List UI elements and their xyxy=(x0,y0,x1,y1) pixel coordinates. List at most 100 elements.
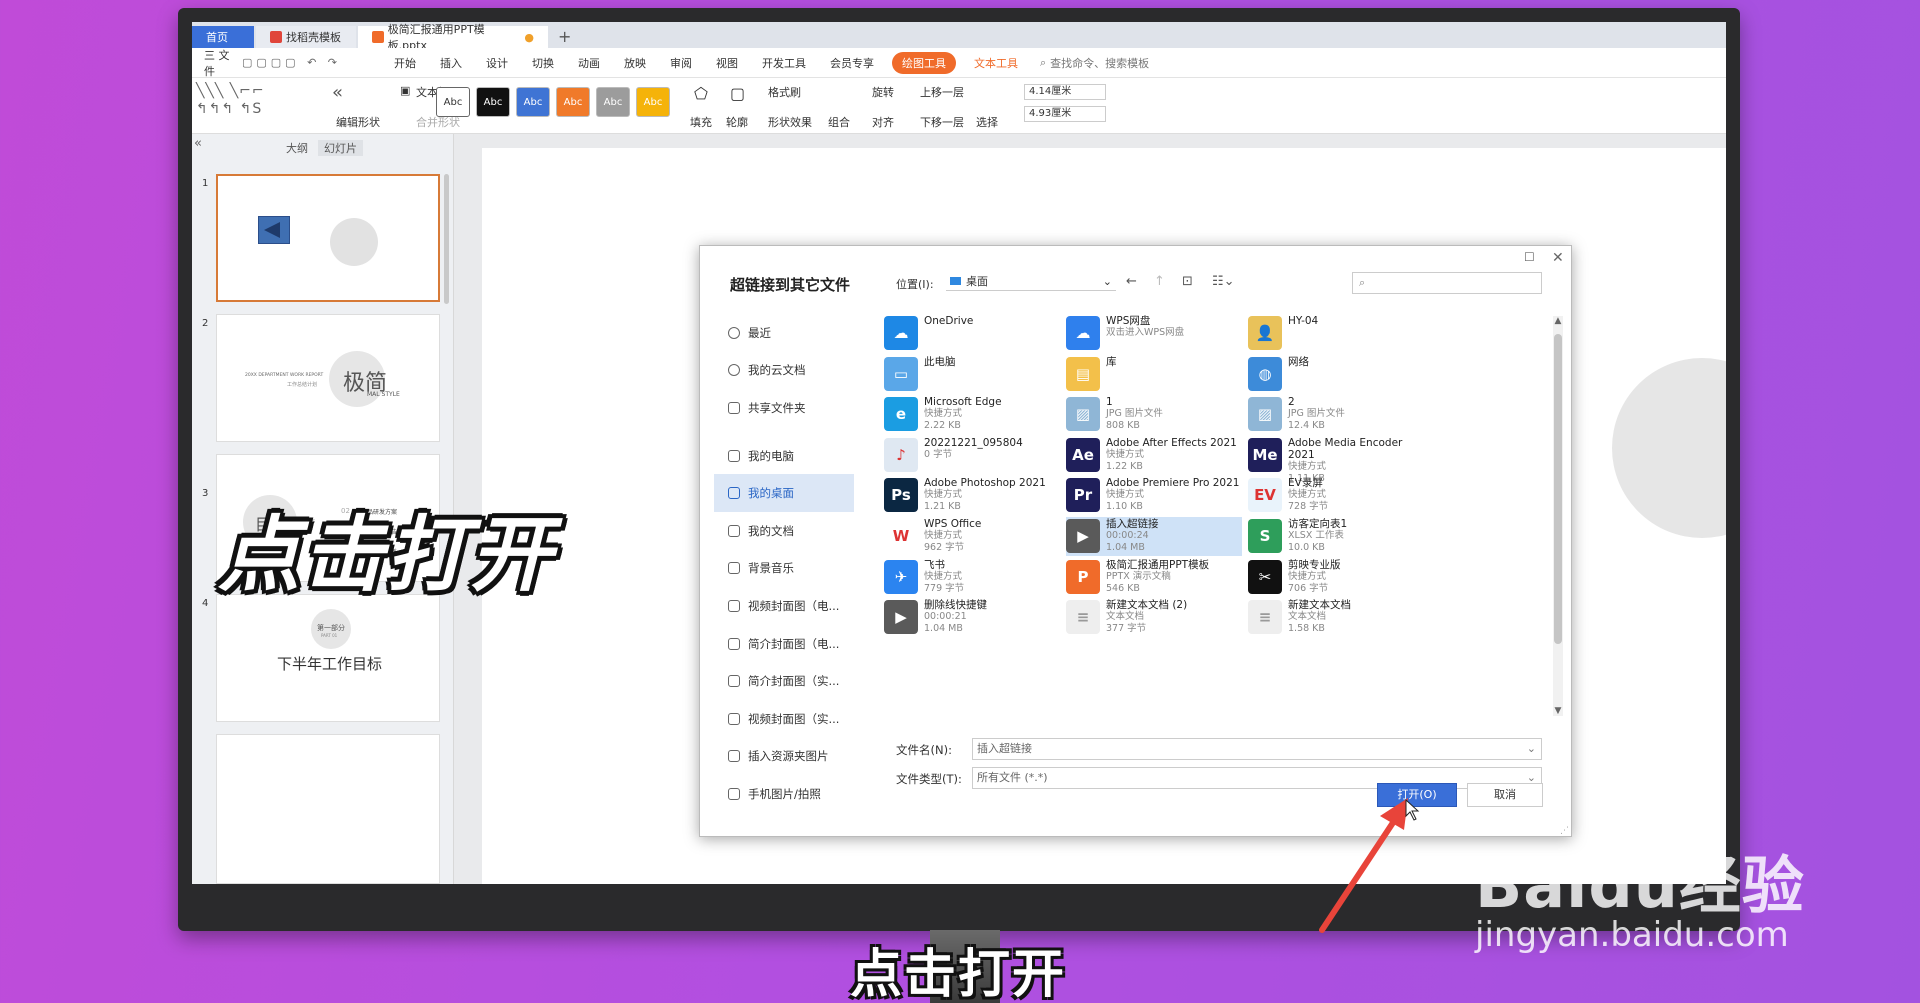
sidebar-item-video-cover-1[interactable]: 视频封面图（电... xyxy=(714,587,854,625)
slide-thumb-2[interactable]: 极简 20XX DEPARTMENT WORK REPORT 工作总结计划 MA… xyxy=(216,314,440,442)
sidebar-item-intro-cover-2[interactable]: 简介封面图（实... xyxy=(714,662,854,700)
collapse-panel-icon[interactable]: « xyxy=(194,136,202,151)
file-item[interactable]: ▶ 插入超链接 00:00:24 1.04 MB xyxy=(1066,517,1242,556)
slide-thumb-4[interactable]: 第一部分 PART 01 下半年工作目标 xyxy=(216,594,440,722)
quick-access-icons[interactable]: ▢▢▢▢ ↶ ↷ xyxy=(242,56,382,69)
maximize-icon[interactable]: ☐ xyxy=(1524,250,1535,264)
file-item[interactable]: 👤 HY-04 xyxy=(1248,314,1424,353)
sidebar-item-my-computer[interactable]: 我的电脑 xyxy=(714,437,854,475)
file-item[interactable]: Ps Adobe Photoshop 2021 快捷方式 1.21 KB xyxy=(884,476,1060,515)
menu-home[interactable]: 开始 xyxy=(382,55,428,71)
new-tab-icon[interactable]: + xyxy=(550,26,579,48)
scroll-down-icon[interactable]: ▼ xyxy=(1553,706,1563,716)
edit-shape-label[interactable]: 编辑形状 xyxy=(336,114,380,130)
cancel-button[interactable]: 取消 xyxy=(1467,783,1543,807)
menu-review[interactable]: 审阅 xyxy=(658,55,704,71)
file-item[interactable]: Ae Adobe After Effects 2021 快捷方式 1.22 KB xyxy=(1066,436,1242,475)
open-button[interactable]: 打开(O) xyxy=(1377,783,1457,807)
text-box-icon[interactable]: ▣ xyxy=(400,84,410,97)
file-item[interactable]: P 极简汇报通用PPT模板 PPTX 演示文稿 546 KB xyxy=(1066,558,1242,597)
menu-view[interactable]: 视图 xyxy=(704,55,750,71)
sidebar-item-desktop[interactable]: 我的桌面 xyxy=(714,474,854,512)
select-button[interactable]: 选择 xyxy=(976,114,998,130)
file-item[interactable]: EV EV录屏 快捷方式 728 字节 xyxy=(1248,476,1424,515)
file-item[interactable]: ≡ 新建文本文档 (2) 文本文档 377 字节 xyxy=(1066,598,1242,637)
fill-button[interactable]: 填充 xyxy=(690,114,712,130)
shapes-gallery[interactable]: ╲╲╲ ╲⌐⌐ ↰↰↰ ↰S xyxy=(196,82,296,122)
style-white[interactable]: Abc xyxy=(436,87,470,117)
menu-animation[interactable]: 动画 xyxy=(566,55,612,71)
file-scrollbar[interactable]: ▲ ▼ xyxy=(1553,316,1563,716)
menu-dev-tools[interactable]: 开发工具 xyxy=(750,55,818,71)
menu-file[interactable]: 三 文件 xyxy=(192,47,242,79)
file-item[interactable]: Pr Adobe Premiere Pro 2021 快捷方式 1.10 KB xyxy=(1066,476,1242,515)
sidebar-item-video-cover-2[interactable]: 视频封面图（实... xyxy=(714,700,854,738)
tab-outline[interactable]: 大纲 xyxy=(286,140,308,156)
command-search[interactable]: 查找命令、搜索模板 xyxy=(1046,55,1161,71)
style-gray[interactable]: Abc xyxy=(596,87,630,117)
style-yellow[interactable]: Abc xyxy=(636,87,670,117)
up-icon[interactable]: ↑ xyxy=(1154,274,1165,289)
location-select[interactable]: 桌面 ⌄ xyxy=(946,273,1116,291)
file-item[interactable]: ▨ 1 JPG 图片文件 808 KB xyxy=(1066,395,1242,434)
view-mode-icon[interactable]: ☷⌄ xyxy=(1212,274,1235,289)
sidebar-item-cloud-docs[interactable]: 我的云文档 xyxy=(714,352,854,390)
file-item[interactable]: ▶ 删除线快捷键 00:00:21 1.04 MB xyxy=(884,598,1060,637)
outline-icon[interactable]: ▢ xyxy=(730,84,745,103)
panel-scrollbar[interactable] xyxy=(444,174,449,304)
sidebar-item-recent[interactable]: 最近 xyxy=(714,314,854,352)
file-item[interactable]: ◍ 网络 xyxy=(1248,355,1424,394)
back-icon[interactable]: ← xyxy=(1126,274,1137,289)
menu-insert[interactable]: 插入 xyxy=(428,55,474,71)
tab-template[interactable]: 找稻壳模板 xyxy=(256,26,356,48)
file-item[interactable]: ▭ 此电脑 xyxy=(884,355,1060,394)
style-black[interactable]: Abc xyxy=(476,87,510,117)
sidebar-item-intro-cover-1[interactable]: 简介封面图（电... xyxy=(714,625,854,663)
file-item[interactable]: ≡ 新建文本文档 文本文档 1.58 KB xyxy=(1248,598,1424,637)
format-painter-button[interactable]: 格式刷 xyxy=(768,84,801,100)
file-item[interactable]: ☁ WPS网盘 双击进入WPS网盘 xyxy=(1066,314,1242,353)
sidebar-item-phone-photo[interactable]: 手机图片/拍照 xyxy=(714,775,854,813)
file-item[interactable]: ✈ 飞书 快捷方式 779 字节 xyxy=(884,558,1060,597)
send-backward-button[interactable]: 下移一层 xyxy=(920,114,964,130)
style-blue[interactable]: Abc xyxy=(516,87,550,117)
menu-design[interactable]: 设计 xyxy=(474,55,520,71)
fill-icon[interactable]: ⬠ xyxy=(694,84,708,103)
file-item[interactable]: W WPS Office 快捷方式 962 字节 xyxy=(884,517,1060,556)
file-item[interactable]: e Microsoft Edge 快捷方式 2.22 KB xyxy=(884,395,1060,434)
tab-text-tools[interactable]: 文本工具 xyxy=(962,55,1030,71)
scroll-thumb[interactable] xyxy=(1554,334,1562,644)
sidebar-item-bgm[interactable]: 背景音乐 xyxy=(714,550,854,588)
sidebar-item-shared[interactable]: 共享文件夹 xyxy=(714,389,854,427)
combine-button[interactable]: 组合 xyxy=(828,114,850,130)
new-folder-icon[interactable]: ⊡ xyxy=(1182,274,1193,289)
shape-effect-button[interactable]: 形状效果 xyxy=(768,114,812,130)
tab-document[interactable]: 极简汇报通用PPT模板.pptx ● xyxy=(358,23,548,52)
file-item[interactable]: Me Adobe Media Encoder 2021 快捷方式 1.11 KB xyxy=(1248,436,1424,484)
slide-thumb-5[interactable] xyxy=(216,734,440,884)
style-orange[interactable]: Abc xyxy=(556,87,590,117)
outline-button[interactable]: 轮廓 xyxy=(726,114,748,130)
menu-transition[interactable]: 切换 xyxy=(520,55,566,71)
width-input[interactable]: 4.93厘米 xyxy=(1024,106,1106,122)
file-item[interactable]: ✂ 剪映专业版 快捷方式 706 字节 xyxy=(1248,558,1424,597)
sidebar-item-documents[interactable]: 我的文档 xyxy=(714,512,854,550)
file-item[interactable]: ▤ 库 xyxy=(1066,355,1242,394)
sidebar-item-insert-resource[interactable]: 插入资源夹图片 xyxy=(714,738,854,776)
file-item[interactable]: ♪ 20221221_095804 0 字节 xyxy=(884,436,1060,475)
align-button[interactable]: 对齐 xyxy=(872,114,894,130)
bring-forward-button[interactable]: 上移一层 xyxy=(920,84,964,100)
file-item[interactable]: ☁ OneDrive xyxy=(884,314,1060,353)
tab-drawing-tools[interactable]: 绘图工具 xyxy=(892,51,956,74)
file-item[interactable]: ▨ 2 JPG 图片文件 12.4 KB xyxy=(1248,395,1424,434)
tab-slides[interactable]: 幻灯片 xyxy=(318,140,363,156)
menu-slideshow[interactable]: 放映 xyxy=(612,55,658,71)
file-item[interactable]: S 访客定向表1 XLSX 工作表 10.0 KB xyxy=(1248,517,1424,556)
menu-member[interactable]: 会员专享 xyxy=(818,55,886,71)
dialog-search-input[interactable]: ⌕ xyxy=(1352,272,1542,294)
slide-thumb-1[interactable] xyxy=(216,174,440,302)
close-icon[interactable]: ✕ xyxy=(1552,250,1564,266)
height-input[interactable]: 4.14厘米 xyxy=(1024,84,1106,100)
scroll-up-icon[interactable]: ▲ xyxy=(1553,316,1563,326)
tab-home[interactable]: 首页 xyxy=(192,26,254,48)
